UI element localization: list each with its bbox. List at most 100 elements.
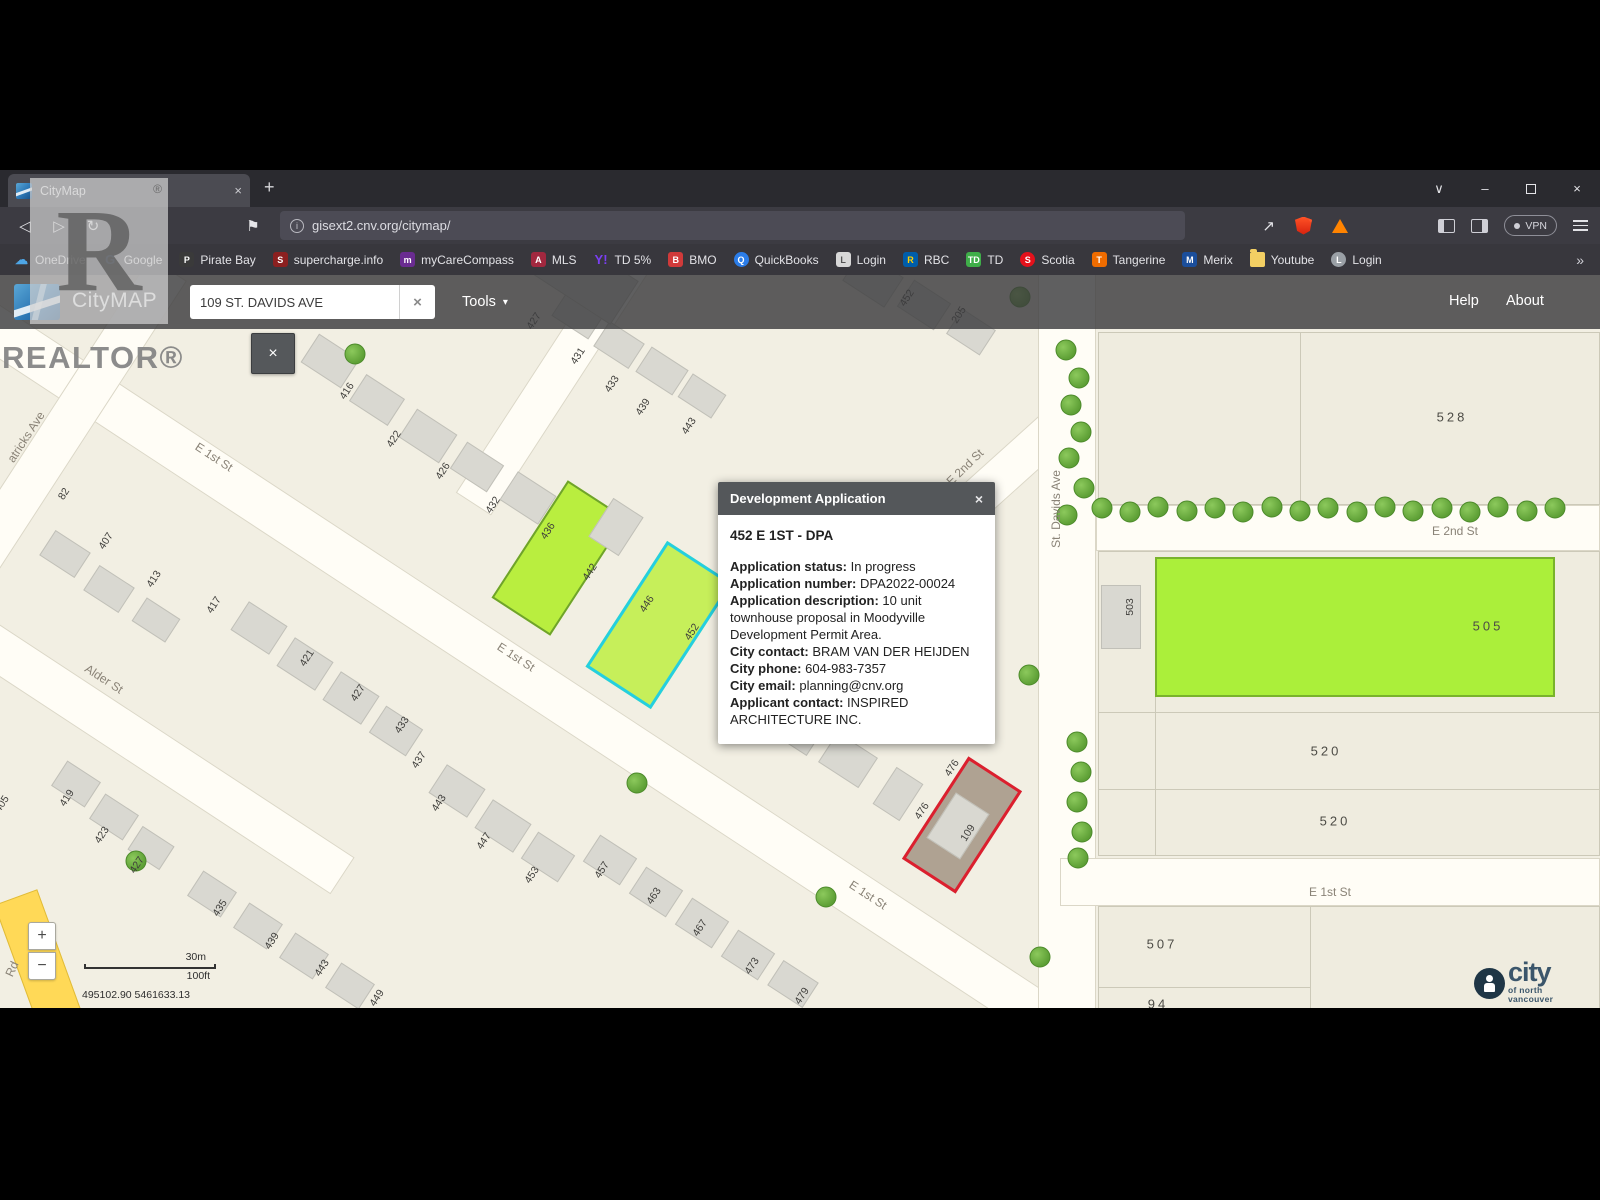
- bookmark-item[interactable]: MMerix: [1182, 252, 1232, 267]
- url-input[interactable]: [312, 218, 1132, 233]
- bookmark-favicon: L: [1331, 252, 1346, 267]
- bookmark-item[interactable]: PPirate Bay: [179, 252, 255, 267]
- bookmarks-overflow-icon[interactable]: »: [1576, 252, 1584, 268]
- window-maximize-button[interactable]: [1508, 170, 1554, 207]
- bookmark-label: Merix: [1203, 253, 1232, 267]
- building-footprint: [83, 565, 135, 613]
- tree-icon: [1177, 501, 1198, 522]
- tools-menu[interactable]: Tools▾: [462, 285, 508, 319]
- popup-body: 452 E 1ST - DPA Application status: In p…: [718, 515, 995, 744]
- lot-number-label: 443: [679, 415, 699, 436]
- help-link[interactable]: Help: [1449, 293, 1479, 309]
- sidebar-toggle-icon[interactable]: [1438, 219, 1455, 233]
- tab-list-chevron-icon[interactable]: ∨: [1416, 170, 1462, 207]
- bookmark-label: TD 5%: [615, 253, 652, 267]
- bookmark-item[interactable]: LLogin: [836, 252, 886, 267]
- bookmark-item[interactable]: S Scotia: [1020, 252, 1074, 267]
- browser-window: CityMap × + ∨ – × ◁ ▷ ↻ ⚑ i ↗ 2 VPN: [0, 170, 1600, 1008]
- site-info-icon[interactable]: i: [290, 219, 304, 233]
- bookmark-favicon: ☁: [14, 252, 29, 267]
- building-footprint: [635, 346, 688, 395]
- bookmark-item[interactable]: TDTD: [966, 252, 1003, 267]
- building-footprint: [230, 601, 287, 655]
- bookmark-favicon: Q: [734, 252, 749, 267]
- zoom-out-button[interactable]: −: [28, 952, 56, 980]
- bookmark-item[interactable]: LLogin: [1331, 252, 1381, 267]
- new-tab-button[interactable]: +: [264, 177, 275, 198]
- bookmark-item[interactable]: mmyCareCompass: [400, 252, 514, 267]
- window-close-button[interactable]: ×: [1554, 170, 1600, 207]
- scale-line: [84, 964, 216, 969]
- tree-icon: [1069, 368, 1090, 389]
- lot-number-label: 82: [56, 486, 72, 502]
- vpn-badge[interactable]: VPN: [1504, 215, 1557, 236]
- shield-badge: 2: [1308, 211, 1321, 223]
- lot-number-label: 422: [384, 428, 404, 449]
- lot-number-label: 94: [1148, 997, 1168, 1009]
- search-clear-icon[interactable]: ×: [399, 285, 435, 319]
- building-footprint: [39, 530, 91, 578]
- tree-icon: [1517, 501, 1538, 522]
- bookmark-item[interactable]: RRBC: [903, 252, 949, 267]
- parcel-452-selection[interactable]: [585, 541, 732, 709]
- reader-panel-icon[interactable]: [1471, 219, 1488, 233]
- window-minimize-button[interactable]: –: [1462, 170, 1508, 207]
- bookmark-item[interactable]: TTangerine: [1092, 252, 1166, 267]
- bookmark-item[interactable]: Ssupercharge.info: [273, 252, 383, 267]
- zoom-controls: + −: [28, 922, 56, 980]
- share-icon[interactable]: ↗: [1262, 217, 1275, 235]
- bookmark-item[interactable]: Youtube: [1250, 252, 1315, 267]
- street-label: E 2nd St: [1432, 524, 1478, 538]
- lot-number-label: 426: [433, 460, 453, 481]
- tree-icon: [345, 344, 366, 365]
- map-canvas[interactable]: × Development Application × 452 E 1ST - …: [0, 275, 1600, 1008]
- bookmark-item[interactable]: BBMO: [668, 252, 716, 267]
- bookmark-flag-icon[interactable]: ⚑: [236, 207, 270, 244]
- lot-line: [1098, 789, 1600, 790]
- tree-icon: [1403, 501, 1424, 522]
- lot-number-label: 447: [474, 830, 494, 851]
- bookmark-item[interactable]: AMLS: [531, 252, 577, 267]
- brave-shield-icon[interactable]: 2: [1295, 217, 1312, 235]
- popup-field: Applicant contact: INSPIRED ARCHITECTURE…: [730, 694, 983, 728]
- alert-triangle-icon[interactable]: [1332, 219, 1348, 233]
- tree-icon: [816, 887, 837, 908]
- lot-number-label: 413: [144, 568, 164, 589]
- lot-number-label: 528: [1437, 410, 1468, 425]
- tab-close-icon[interactable]: ×: [234, 183, 242, 198]
- popup-close-icon[interactable]: ×: [975, 491, 983, 507]
- bookmarks-bar: ☁OneDriveGGooglePPirate BaySsupercharge.…: [0, 244, 1600, 275]
- search-input[interactable]: [190, 295, 399, 310]
- bookmark-favicon: S: [1020, 252, 1035, 267]
- bookmark-favicon: B: [668, 252, 683, 267]
- bookmark-favicon: TD: [966, 252, 981, 267]
- tree-icon: [1120, 502, 1141, 523]
- navigation-toolbar: ◁ ▷ ↻ ⚑ i ↗ 2 VPN: [0, 207, 1600, 244]
- lot-line: [1098, 987, 1310, 988]
- lot-line: [1300, 332, 1301, 505]
- url-bar[interactable]: i: [280, 211, 1185, 240]
- popup-field: City contact: BRAM VAN DER HEIJDEN: [730, 643, 983, 660]
- bookmark-label: Login: [857, 253, 886, 267]
- bookmark-item[interactable]: QQuickBooks: [734, 252, 819, 267]
- bookmark-label: Scotia: [1041, 253, 1074, 267]
- tree-icon: [1205, 498, 1226, 519]
- about-link[interactable]: About: [1506, 293, 1544, 309]
- tree-icon: [1067, 792, 1088, 813]
- building-footprint: [132, 597, 181, 642]
- accessibility-icon[interactable]: [1474, 968, 1505, 999]
- maximize-icon: [1526, 184, 1536, 194]
- popup-application-title: 452 E 1ST - DPA: [730, 527, 983, 544]
- street-label: St. Davids Ave: [1049, 470, 1063, 548]
- lot-number-label: 453: [522, 864, 542, 885]
- tree-icon: [1059, 448, 1080, 469]
- zoom-in-button[interactable]: +: [28, 922, 56, 950]
- clear-selection-button[interactable]: ×: [251, 333, 295, 374]
- bookmark-item[interactable]: Y!TD 5%: [594, 252, 652, 267]
- vpn-dot-icon: [1514, 223, 1520, 229]
- realtor-watermark-text: REALTOR®: [2, 340, 184, 376]
- menu-hamburger-icon[interactable]: [1573, 217, 1588, 234]
- street-label: E 1st St: [1309, 885, 1351, 899]
- city-block: [1098, 332, 1600, 505]
- lot-number-label: 503: [1124, 598, 1136, 616]
